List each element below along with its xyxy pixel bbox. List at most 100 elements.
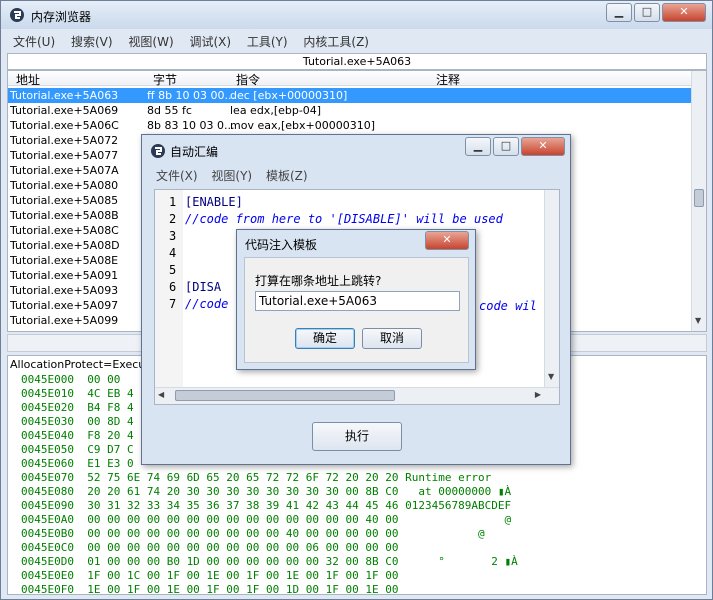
code-line: [DISA bbox=[185, 280, 222, 294]
hex-row: 0045E0A0 00 00 00 00 00 00 00 00 00 00 0… bbox=[21, 513, 512, 526]
aa-minimize-button[interactable]: ▁ bbox=[465, 137, 491, 156]
column-opcode[interactable]: 指令 bbox=[236, 71, 260, 88]
disassembly-row[interactable]: Tutorial.exe+5A063 ff 8b 10 03 00... dec [… bbox=[8, 88, 692, 103]
line-number: 6 bbox=[169, 280, 177, 294]
close-button[interactable]: ✕ bbox=[662, 3, 706, 22]
auto-assemble-title: 自动汇编 bbox=[170, 145, 219, 159]
row-instruction: mov eax,[ebx+00000310] bbox=[230, 119, 376, 132]
row-address: Tutorial.exe+5A080 bbox=[10, 179, 119, 192]
line-number: 2 bbox=[169, 212, 177, 226]
row-address: Tutorial.exe+5A08D bbox=[10, 239, 120, 252]
hex-row: 0045E060 E1 E3 0 bbox=[21, 457, 134, 470]
execute-button[interactable]: 执行 bbox=[312, 422, 402, 451]
menu-bar: 文件(U) 搜索(V) 视图(W) 调试(X) 工具(Y) 内核工具(Z) bbox=[7, 31, 707, 51]
line-number: 4 bbox=[169, 246, 177, 260]
hex-row: 0045E020 B4 F8 4 bbox=[21, 401, 134, 414]
hex-row: 0045E010 4C EB 4 bbox=[21, 387, 134, 400]
editor-vscrollbar[interactable]: ▼ bbox=[544, 190, 559, 388]
menu-file[interactable]: 文件(U) bbox=[7, 31, 61, 52]
code-line: [ENABLE] bbox=[185, 195, 243, 209]
template-dialog-title: 代码注入模板 bbox=[245, 238, 318, 252]
maximize-button[interactable]: □ bbox=[634, 3, 660, 22]
disassembler-scrollbar[interactable]: ▼ bbox=[691, 71, 706, 331]
aa-menu-view[interactable]: 视图(Y) bbox=[206, 165, 257, 186]
hex-row: 0045E0D0 01 00 00 00 B0 1D 00 00 00 00 0… bbox=[21, 555, 518, 568]
line-number: 7 bbox=[169, 297, 177, 311]
aa-maximize-button[interactable]: □ bbox=[493, 137, 519, 156]
row-address: Tutorial.exe+5A099 bbox=[10, 314, 119, 327]
hex-row: 0045E090 30 31 32 33 34 35 36 37 38 39 4… bbox=[21, 499, 512, 512]
current-address-bar: Tutorial.exe+5A063 bbox=[7, 53, 707, 70]
menu-kernel-tools[interactable]: 内核工具(Z) bbox=[297, 31, 375, 52]
minimize-button[interactable]: ▁ bbox=[606, 3, 632, 22]
row-address: Tutorial.exe+5A069 bbox=[10, 104, 119, 117]
row-address: Tutorial.exe+5A08B bbox=[10, 209, 119, 222]
title-bar: 内存浏览器 ▁ □ ✕ bbox=[1, 1, 712, 29]
cheat-engine-icon bbox=[151, 144, 165, 158]
row-instruction: lea edx,[ebp-04] bbox=[230, 104, 322, 117]
editor-hscrollbar[interactable]: ◀ ▶ bbox=[155, 387, 559, 404]
hex-row: 0045E080 20 20 61 74 20 30 30 30 30 30 3… bbox=[21, 485, 512, 498]
row-address: Tutorial.exe+5A085 bbox=[10, 194, 119, 207]
scroll-right-arrow-icon[interactable]: ▶ bbox=[535, 390, 541, 399]
aa-menu-file[interactable]: 文件(X) bbox=[151, 165, 203, 186]
row-address: Tutorial.exe+5A077 bbox=[10, 149, 119, 162]
scroll-down-arrow-icon[interactable]: ▼ bbox=[695, 316, 701, 325]
row-address: Tutorial.exe+5A063 bbox=[10, 89, 119, 102]
aa-menu-template[interactable]: 模板(Z) bbox=[261, 165, 313, 186]
disassembly-row[interactable]: Tutorial.exe+5A069 8d 55 fc lea edx,[ebp-0… bbox=[8, 103, 692, 118]
code-injection-template-dialog: 代码注入模板 ✕ 打算在哪条地址上跳转? Tutorial.exe+5A063 … bbox=[236, 229, 476, 370]
template-close-button[interactable]: ✕ bbox=[425, 231, 469, 250]
hscroll-thumb[interactable] bbox=[175, 390, 395, 401]
menu-debug[interactable]: 调试(X) bbox=[183, 31, 237, 52]
row-address: Tutorial.exe+5A097 bbox=[10, 299, 119, 312]
menu-search[interactable]: 搜索(V) bbox=[65, 31, 119, 52]
ok-button[interactable]: 确定 bbox=[295, 328, 355, 349]
allocation-protect-label: AllocationProtect=Execute/ bbox=[10, 358, 161, 371]
cheat-engine-icon bbox=[10, 8, 24, 22]
row-address: Tutorial.exe+5A093 bbox=[10, 284, 119, 297]
row-address: Tutorial.exe+5A06C bbox=[10, 119, 119, 132]
row-address: Tutorial.exe+5A072 bbox=[10, 134, 119, 147]
line-number: 5 bbox=[169, 263, 177, 277]
hex-row: 0045E0C0 00 00 00 00 00 00 00 00 00 00 0… bbox=[21, 541, 399, 554]
hex-row: 0045E030 00 8D 4 bbox=[21, 415, 134, 428]
menu-view[interactable]: 视图(W) bbox=[122, 31, 179, 52]
row-address: Tutorial.exe+5A091 bbox=[10, 269, 119, 282]
template-prompt: 打算在哪条地址上跳转? bbox=[255, 274, 382, 288]
line-number: 1 bbox=[169, 195, 177, 209]
row-address: Tutorial.exe+5A07A bbox=[10, 164, 119, 177]
jump-address-input[interactable]: Tutorial.exe+5A063 bbox=[255, 291, 460, 311]
code-line: //code from here to '[DISABLE]' will be … bbox=[185, 212, 503, 226]
hex-row: 0045E050 C9 D7 C bbox=[21, 443, 134, 456]
hex-row: 0045E000 00 00 bbox=[21, 373, 121, 386]
row-bytes: 8d 55 fc bbox=[147, 104, 192, 117]
row-instruction: dec [ebx+00000310] bbox=[230, 89, 348, 102]
template-dialog-body: 打算在哪条地址上跳转? Tutorial.exe+5A063 确定 取消 bbox=[244, 257, 469, 363]
scroll-left-arrow-icon[interactable]: ◀ bbox=[158, 390, 164, 399]
row-address: Tutorial.exe+5A08C bbox=[10, 224, 119, 237]
window-title: 内存浏览器 bbox=[31, 10, 92, 24]
hex-row: 0045E0B0 00 00 00 00 00 00 00 00 00 00 4… bbox=[21, 527, 485, 540]
aa-menu-bar: 文件(X) 视图(Y) 模板(Z) bbox=[151, 165, 565, 184]
hex-row: 0045E070 52 75 6E 74 69 6D 65 20 65 72 7… bbox=[21, 471, 492, 484]
line-number: 3 bbox=[169, 229, 177, 243]
hex-row: 0045E0F0 1E 00 1F 00 1E 00 1F 00 1F 00 1… bbox=[21, 583, 399, 595]
scroll-thumb[interactable] bbox=[694, 189, 704, 207]
hex-row: 0045E0E0 1F 00 1C 00 1F 00 1E 00 1F 00 1… bbox=[21, 569, 399, 582]
column-address[interactable]: 地址 bbox=[16, 71, 40, 88]
line7-tail-text: code wil bbox=[479, 299, 537, 313]
disassembly-row[interactable]: Tutorial.exe+5A06C 8b 83 10 03 0... mov ea… bbox=[8, 118, 692, 133]
row-address: Tutorial.exe+5A08E bbox=[10, 254, 119, 267]
row-bytes: 8b 83 10 03 0... bbox=[147, 119, 235, 132]
hex-row: 0045E040 F8 20 4 bbox=[21, 429, 134, 442]
scroll-down-arrow-icon[interactable]: ▼ bbox=[548, 372, 554, 381]
column-comment[interactable]: 注释 bbox=[436, 71, 460, 88]
code-line: //code bbox=[185, 297, 229, 311]
row-bytes: ff 8b 10 03 00... bbox=[147, 89, 236, 102]
aa-close-button[interactable]: ✕ bbox=[521, 137, 565, 156]
column-bytes[interactable]: 字节 bbox=[153, 71, 177, 88]
cancel-button[interactable]: 取消 bbox=[362, 328, 422, 349]
disassembler-header: 地址 字节 指令 注释 bbox=[8, 71, 692, 88]
menu-tools[interactable]: 工具(Y) bbox=[241, 31, 294, 52]
